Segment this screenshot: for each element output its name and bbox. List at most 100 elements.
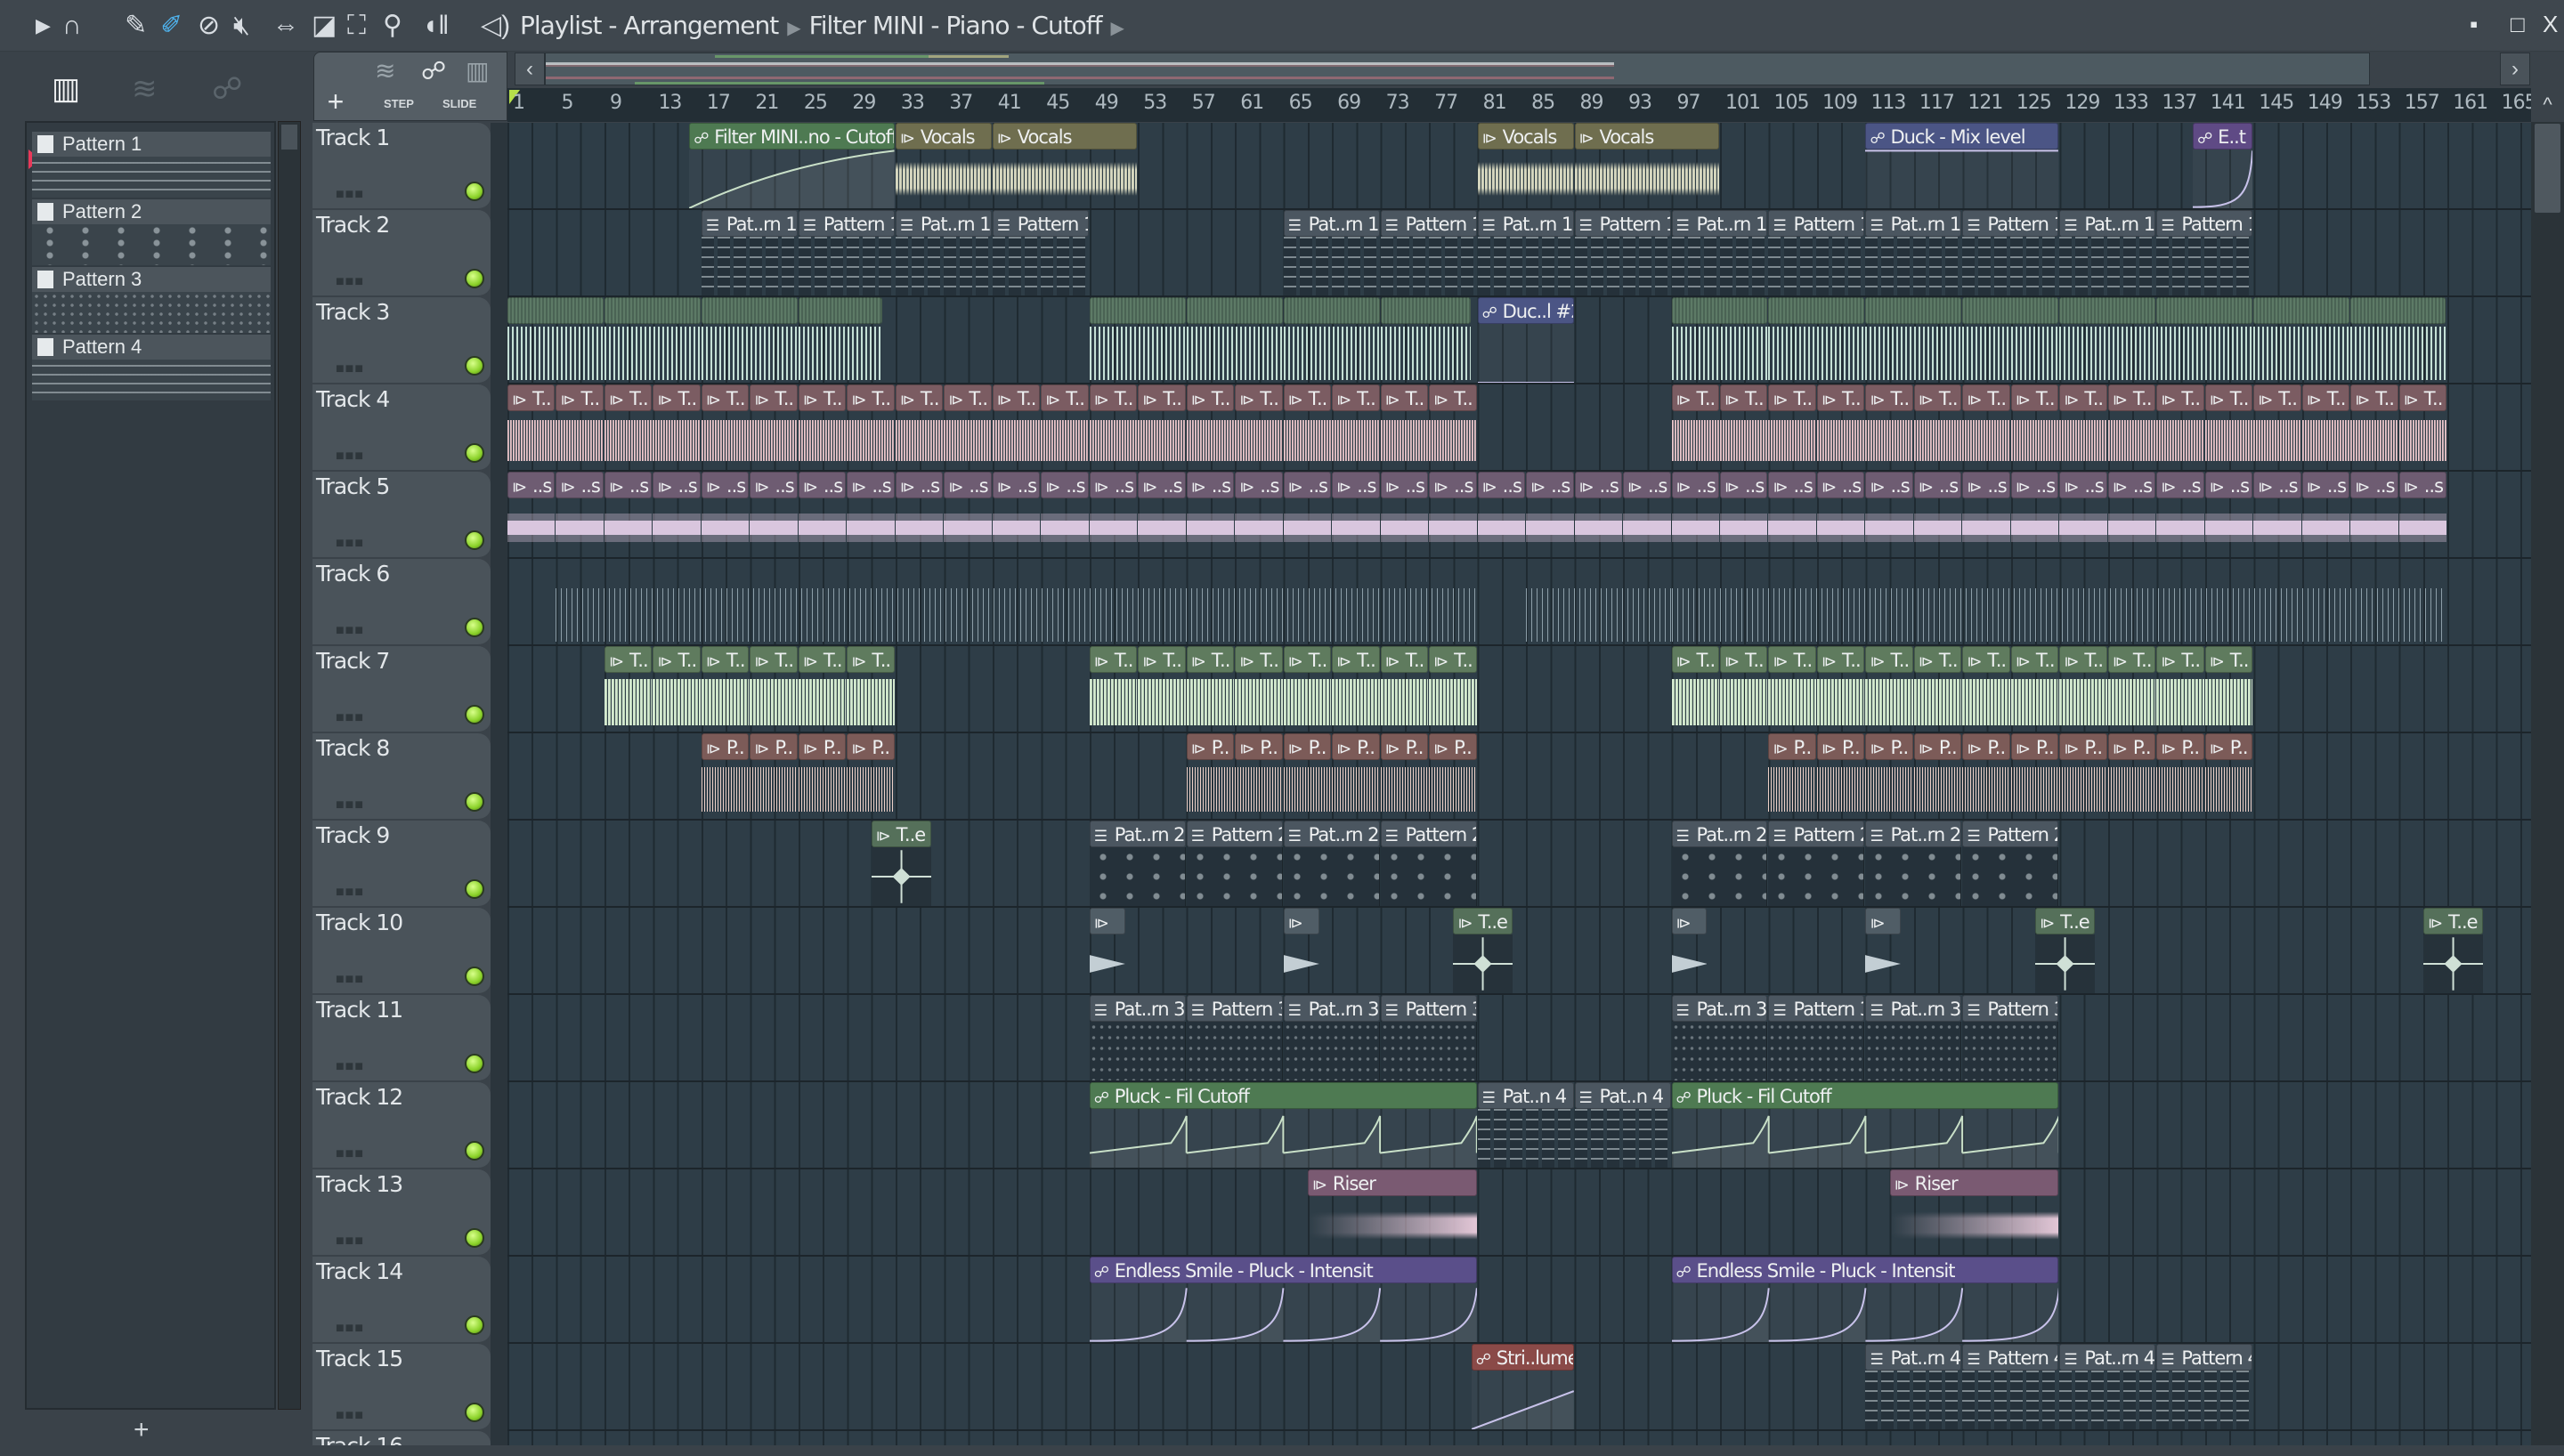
paint-brush-icon[interactable]: ✐ [160,9,183,43]
clip-header[interactable]: ☰ Pat..rn 4 [2059,1344,2156,1371]
audio-clip[interactable]: ⧐ P.. [750,733,798,819]
clip-header[interactable]: ⧐ T.. [1380,384,1429,411]
audio-clip[interactable]: ⧐ P.. [1768,733,1816,819]
track-enable-led[interactable] [465,1403,484,1422]
audio-clip[interactable]: ⧐ ..s [2253,472,2301,557]
track-header[interactable]: Track 14 ■■■ [312,1257,491,1344]
audio-clip[interactable]: ⧐ ..s [2301,472,2350,557]
audio-clip[interactable]: ⧐ T.. [798,646,847,732]
audio-clip[interactable]: ⧐ T.. [1380,384,1429,470]
clip-header[interactable]: ☰ Pattern 1 [798,210,895,237]
audio-clip[interactable] [1089,297,1186,383]
track-menu-icon[interactable]: ■■■ [336,1408,364,1424]
clip-header[interactable] [604,297,701,324]
audio-clip[interactable]: ⧐ P.. [2204,733,2253,819]
speaker-icon[interactable]: ◁) [481,9,510,43]
audio-clip[interactable]: ⧐ T.. [2204,384,2253,470]
clip-header[interactable]: ☍ Filter MINI..no - Cutoff [689,123,895,150]
track-lane[interactable]: ⧐ T.. ⧐ T.. ⧐ T.. ⧐ T.. ⧐ T.. ⧐ T.. ⧐ T.. ⧐ T.. ⧐ T.. ⧐ T..… [507,646,2531,733]
clip-header[interactable]: ⧐ P.. [1865,733,1913,760]
clip-header[interactable]: ☰ Pat..rn 3 [1089,995,1186,1022]
pattern-item[interactable]: Pattern 3 [32,267,271,333]
clip-header[interactable]: ⧐ P.. [2204,733,2253,760]
clip-header[interactable]: ⧐ ..s [1574,472,1623,498]
track-menu-icon[interactable]: ■■■ [336,972,364,988]
pattern-clip[interactable]: ☰ Pattern 4 [1962,1344,2059,1429]
audio-clip[interactable]: ⧐ ..s [604,472,653,557]
clip-header[interactable]: ⧐ P.. [1429,733,1477,760]
audio-clip[interactable]: ⧐ T.. [2107,646,2156,732]
clip-header[interactable]: ⧐ P.. [847,733,895,760]
clip-header[interactable]: ⧐ T.. [2010,646,2059,673]
track-lane[interactable]: ⧐ T..e ☰ Pat..rn 2 ☰ Pattern 2 ☰ Pat..rn 2 ☰ Patt… [507,821,2531,908]
clip-header[interactable]: ⧐ ..s [2301,472,2350,498]
audio-clip[interactable]: ⧐ T.. [1768,646,1816,732]
clip-header[interactable]: ⧐ Vocals [895,123,992,150]
track-enable-led[interactable] [465,530,484,550]
audio-clip[interactable]: ⧐ T..e [871,821,931,906]
track-menu-icon[interactable]: ■■■ [336,536,364,552]
clip-header[interactable]: ⧐ T.. [2398,384,2447,411]
clip-header[interactable]: ⧐ T.. [944,384,992,411]
audio-clip[interactable] [1962,297,2059,383]
clip-header[interactable]: ⧐ T.. [2107,384,2156,411]
audio-clip[interactable]: ⧐ T.. [847,646,895,732]
clip-header[interactable]: ☰ Pattern 2 [1768,821,1865,847]
clip-header[interactable] [1526,559,1670,586]
audio-clip[interactable]: ⧐ ..s [1962,472,2010,557]
clip-header[interactable]: ⧐ ..s [604,472,653,498]
audio-clip[interactable]: ⧐ T.. [2350,384,2398,470]
track-menu-icon[interactable]: ■■■ [336,187,364,203]
audio-clip[interactable]: ⧐ ..s [1332,472,1380,557]
pattern-clip[interactable]: ☰ Pat..rn 1 [1671,210,1768,295]
track-lane[interactable]: ☰ Pat..rn 3 ☰ Pattern 3 ☰ Pat..rn 3 ☰ Pattern 3… [507,995,2531,1082]
add-track-button[interactable]: + [318,86,353,118]
clip-header[interactable]: ⧐ T.. [750,646,798,673]
clip-header[interactable] [2253,297,2350,324]
clip-header[interactable]: ⧐ ..s [1816,472,1865,498]
audio-clip[interactable]: ⧐ ..s [1186,472,1235,557]
audio-clip[interactable]: ⧐ T.. [1429,384,1477,470]
clip-header[interactable]: ⧐ T.. [1089,646,1138,673]
audio-clip[interactable]: ⧐ P.. [1816,733,1865,819]
clip-header[interactable]: ⧐ ..s [1041,472,1089,498]
pattern-clip[interactable]: ☰ Pat..rn 3 [1089,995,1186,1080]
audio-clip[interactable]: ⧐ ..s [798,472,847,557]
clip-header[interactable]: ⧐ T.. [1913,384,1962,411]
clip-header[interactable]: ⧐ T.. [1332,646,1380,673]
audio-clip[interactable]: ⧐ P.. [1962,733,2010,819]
clip-header[interactable]: ⧐ T.. [2010,384,2059,411]
audio-clip[interactable]: ⧐ T.. [847,384,895,470]
pattern-clip[interactable]: ☰ Pattern 2 [1768,821,1865,906]
audio-clip[interactable]: ⧐ ..s [944,472,992,557]
clip-header[interactable] [2059,297,2156,324]
clip-header[interactable]: ☰ Pattern 4 [1962,1344,2059,1371]
audio-clip[interactable] [604,297,701,383]
audio-clip[interactable]: ⧐ T.. [556,384,604,470]
clip-header[interactable] [798,297,883,324]
clip-header[interactable]: ⧐ P.. [1235,733,1283,760]
vertical-scrollbar[interactable]: ^ [2531,88,2564,1445]
pattern-clip[interactable]: ☰ Pattern 3 [1380,995,1477,1080]
clip-header[interactable] [701,297,798,324]
audio-clip[interactable] [2156,297,2253,383]
track-menu-icon[interactable]: ■■■ [336,797,364,813]
clip-header[interactable]: ⧐ ..s [1332,472,1380,498]
track-enable-led[interactable] [465,792,484,812]
clip-header[interactable]: ☰ Pat..rn 1 [2059,210,2156,237]
clip-header[interactable]: ⧐ ..s [2010,472,2059,498]
clip-header[interactable]: ⧐ Vocals [1477,123,1574,150]
playback-icon[interactable]: ◖‖ [422,9,450,43]
scroll-up-button[interactable]: ^ [2531,88,2564,122]
audio-clip[interactable] [2059,297,2156,383]
audio-clip[interactable] [1671,559,2447,644]
audio-wave-icon[interactable]: ≋ [132,71,158,107]
automation-clip[interactable]: ☍ Pluck - Fil Cutoff [1089,1082,1477,1168]
clip-header[interactable]: ⧐ [1089,908,1125,934]
picker-scrollbar[interactable] [278,121,301,1410]
audio-clip[interactable]: ⧐ T.. [2156,384,2204,470]
clip-header[interactable]: ☰ Pat..rn 1 [895,210,992,237]
track-header[interactable]: Track 1 ■■■ [312,123,491,210]
clip-header[interactable]: ⧐ P.. [701,733,750,760]
clip-header[interactable]: ⧐ T.. [604,384,653,411]
